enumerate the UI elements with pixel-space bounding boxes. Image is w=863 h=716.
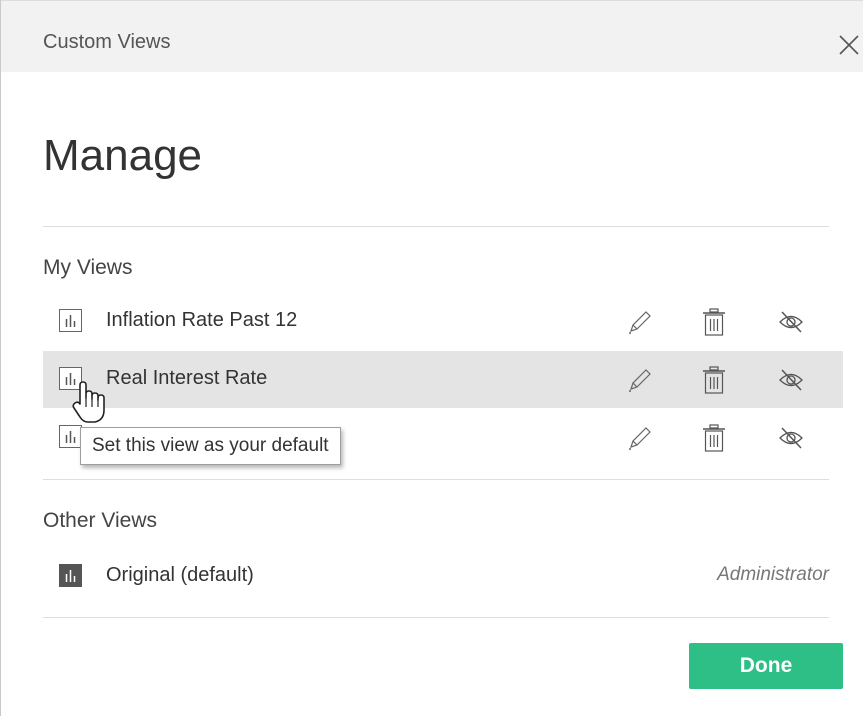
divider [43,617,829,618]
dialog-title-bar: Custom Views [1,0,863,72]
trash-icon[interactable] [700,423,728,453]
custom-views-dialog: Custom Views Manage My Views Inflation R… [0,0,863,716]
view-name[interactable]: Real Interest Rate [106,367,267,390]
my-view-row[interactable]: Inflation Rate Past 12 [43,293,843,350]
my-view-row[interactable]: Real Interest Rate [43,351,843,408]
other-view-row[interactable]: Original (default) Administrator [43,548,843,605]
my-views-label: My Views [43,256,133,279]
view-name[interactable]: Original (default) [106,564,254,587]
close-icon[interactable] [837,33,861,57]
pencil-icon[interactable] [625,307,653,337]
trash-icon[interactable] [700,365,728,395]
pencil-icon[interactable] [625,423,653,453]
divider [43,226,829,227]
eye-slash-icon[interactable] [773,307,809,337]
bar-chart-icon[interactable] [59,425,82,448]
divider [43,479,829,480]
hand-cursor-icon [72,381,105,423]
page-title: Manage [43,131,203,180]
bar-chart-icon[interactable] [59,564,82,587]
pencil-icon[interactable] [625,365,653,395]
view-name[interactable]: Inflation Rate Past 12 [106,309,297,332]
other-views-label: Other Views [43,509,157,532]
view-owner: Administrator [717,564,829,585]
eye-slash-icon[interactable] [773,423,809,453]
bar-chart-icon[interactable] [59,309,82,332]
trash-icon[interactable] [700,307,728,337]
eye-slash-icon[interactable] [773,365,809,395]
dialog-title: Custom Views [43,31,171,53]
done-button[interactable]: Done [689,643,843,689]
tooltip: Set this view as your default [80,427,341,465]
